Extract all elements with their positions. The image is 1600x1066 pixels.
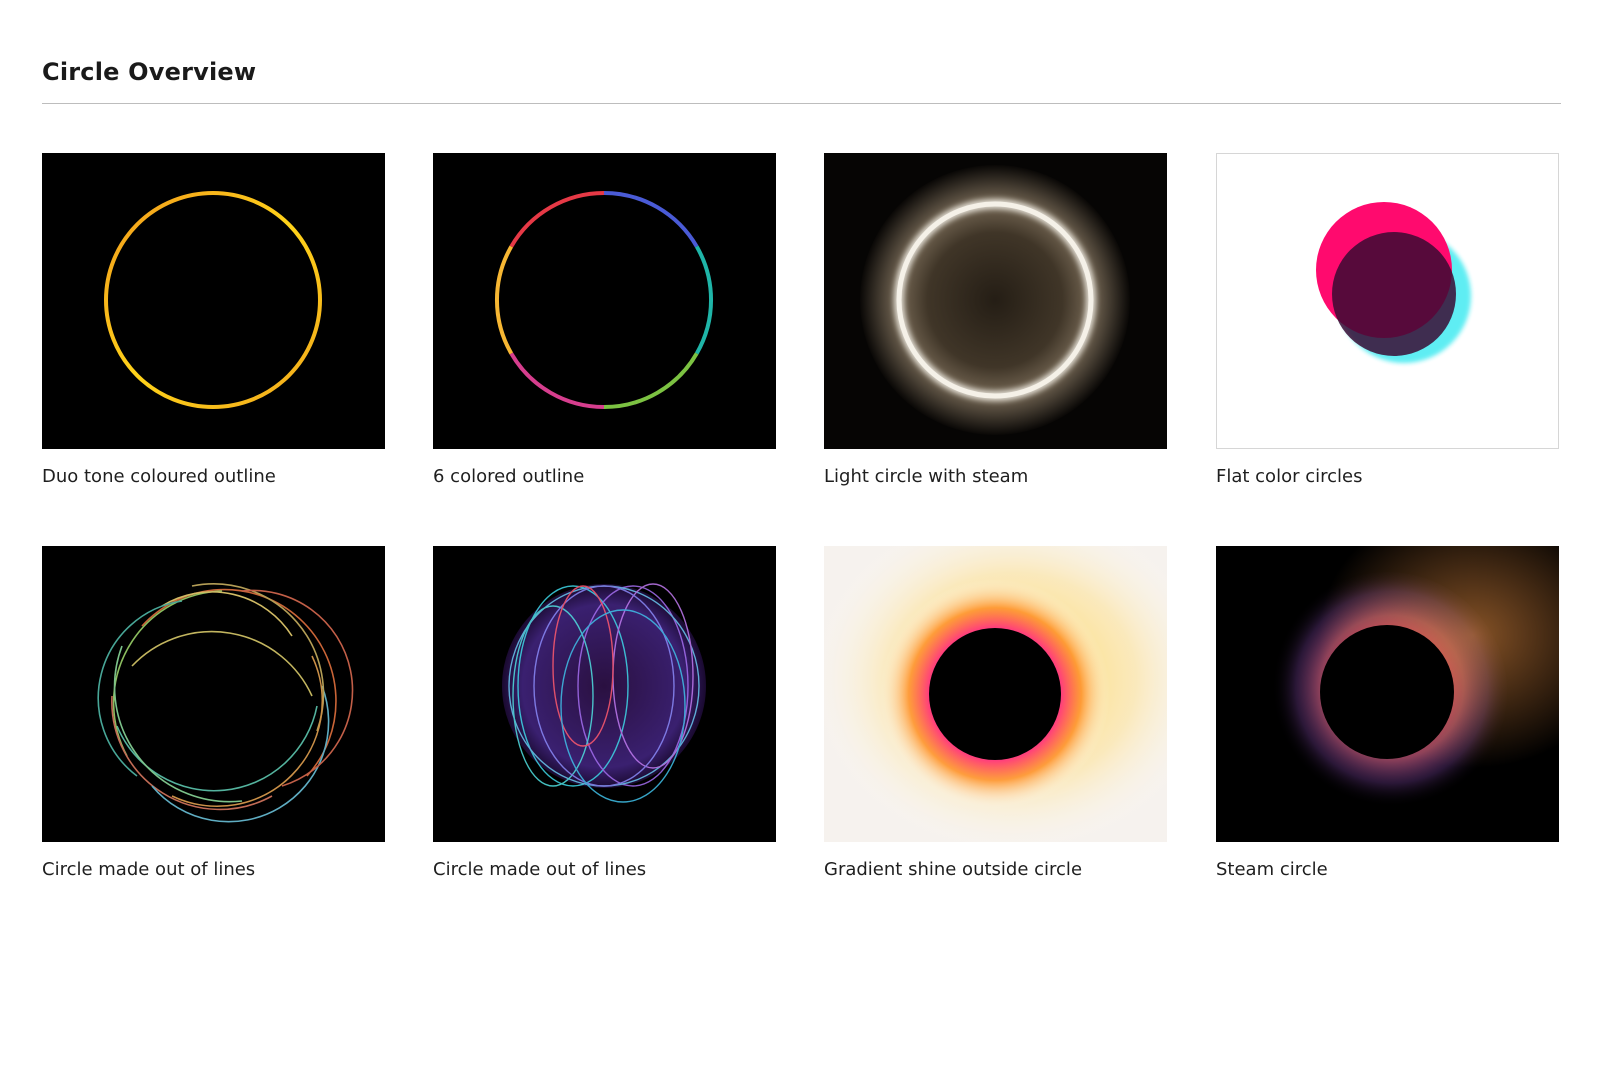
tile-light-circle-steam[interactable]: Light circle with steam <box>824 153 1167 487</box>
tile-caption: Steam circle <box>1216 859 1328 880</box>
tile-caption: Flat color circles <box>1216 466 1363 487</box>
rainbow-ring-icon <box>433 153 776 449</box>
tile-steam-circle[interactable]: Steam circle <box>1216 546 1559 880</box>
thumbnail[interactable] <box>824 153 1167 449</box>
thumbnail[interactable] <box>433 546 776 842</box>
tile-flat-color-circles[interactable]: Flat color circles <box>1216 153 1559 487</box>
tile-caption: Gradient shine outside circle <box>824 859 1083 880</box>
page-title: Circle Overview <box>42 58 257 86</box>
thumbnail[interactable] <box>42 153 385 449</box>
thumbnail[interactable] <box>1216 153 1559 449</box>
title-divider <box>42 103 1561 104</box>
tile-6-colored-outline[interactable]: 6 colored outline <box>433 153 776 487</box>
tile-gradient-shine[interactable]: Gradient shine outside circle <box>824 546 1167 880</box>
neon-line-sphere-icon <box>433 546 776 842</box>
thumbnail[interactable] <box>433 153 776 449</box>
thumbnail[interactable] <box>824 546 1167 842</box>
tile-caption: Duo tone coloured outline <box>42 466 276 487</box>
tile-duo-tone-outline[interactable]: Duo tone coloured outline <box>42 153 385 487</box>
steam-eclipse-icon <box>1216 546 1559 842</box>
line-sketch-circle-icon <box>42 546 385 842</box>
tile-caption: Circle made out of lines <box>433 859 647 880</box>
tile-caption: 6 colored outline <box>433 466 585 487</box>
thumbnail[interactable] <box>1216 546 1559 842</box>
overlapping-circles-icon <box>1217 154 1558 448</box>
thumbnail[interactable] <box>42 546 385 842</box>
steam-ring-icon <box>824 153 1167 449</box>
tile-circle-lines-1[interactable]: Circle made out of lines <box>42 546 385 880</box>
gradient-eclipse-icon <box>824 546 1167 842</box>
tile-caption: Circle made out of lines <box>42 859 256 880</box>
duo-tone-ring-icon <box>42 153 385 449</box>
tile-circle-lines-2[interactable]: Circle made out of lines <box>433 546 776 880</box>
tile-caption: Light circle with steam <box>824 466 1029 487</box>
page: Circle Overview Duo tone coloured outlin… <box>0 0 1600 1066</box>
